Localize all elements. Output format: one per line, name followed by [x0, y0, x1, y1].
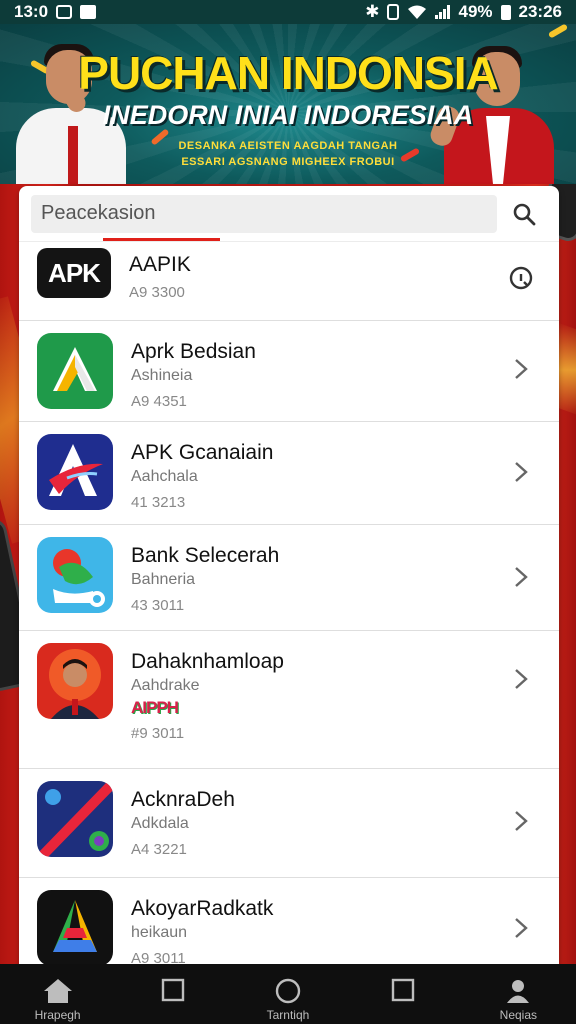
gallery-icon	[80, 5, 97, 19]
promo-banner[interactable]: PUCHAN INDONSIA INEDORN INIAI INDORESIAA…	[0, 24, 576, 184]
nav-label: Tarntiqh	[266, 1008, 310, 1022]
chevron-right-icon	[515, 462, 528, 482]
list-item[interactable]: Aprk Bedsian Ashineia A9 4351	[19, 321, 559, 422]
search-bar	[19, 186, 559, 242]
nav-label: Neqias	[499, 1008, 538, 1022]
banner-subtitle: INEDORN INIAI INDORESIAA	[102, 100, 474, 130]
app-meta: A9 3300	[129, 284, 185, 301]
chevron-right-icon	[515, 811, 528, 831]
search-focus-indicator	[103, 238, 220, 241]
app-list-card: APK AAPIK A9 3300 Aprk Bedsian Ashineia …	[19, 186, 559, 986]
status-clock: 23:26	[518, 2, 562, 21]
status-bar: 13:0 ✱ 49% 23:26	[0, 0, 576, 24]
search-input[interactable]	[31, 194, 497, 233]
nav-home[interactable]: Hrapegh	[13, 978, 103, 1022]
app-icon-portrait	[37, 643, 113, 719]
nav-tabs[interactable]	[358, 978, 448, 1006]
square-icon	[391, 978, 415, 1002]
app-name: AAPIK	[129, 253, 191, 276]
app-icon-navy	[37, 781, 113, 857]
app-badge: AIPPH	[131, 698, 179, 717]
chevron-right-icon	[515, 669, 528, 689]
app-list: APK AAPIK A9 3300 Aprk Bedsian Ashineia …	[19, 242, 559, 986]
app-meta: A4 3221	[131, 841, 187, 858]
app-subtitle: heikaun	[131, 924, 188, 941]
app-meta: #9 3011	[131, 725, 185, 742]
app-meta: A9 4351	[131, 393, 187, 410]
app-name: AcknraDeh	[131, 788, 235, 811]
apk-app-icon: APK	[37, 248, 111, 298]
app-subtitle: Aahchala	[131, 468, 198, 485]
battery-percent: 49%	[458, 2, 493, 21]
nav-center[interactable]: Tarntiqh	[243, 978, 333, 1022]
app-subtitle: Aahdrake	[131, 677, 200, 694]
search-button[interactable]	[501, 195, 547, 233]
app-meta: 41 3213	[131, 494, 186, 511]
person-icon	[507, 980, 530, 1003]
nav-recent[interactable]	[128, 978, 218, 1006]
nav-label: Hrapegh	[34, 1008, 81, 1022]
list-item[interactable]: APK Gcanaiain Aahchala 41 3213	[19, 422, 559, 525]
circle-icon	[275, 978, 301, 1004]
banner-title: PUCHAN INDONSIA	[78, 47, 498, 99]
list-item[interactable]: APK AAPIK A9 3300	[19, 242, 559, 321]
info-button[interactable]	[507, 264, 535, 292]
app-icon-black	[37, 890, 113, 966]
banner-line: ESSARI AGSNANG MIGHEEX FROBUI	[181, 156, 395, 168]
app-name: Dahaknhamloap	[131, 650, 284, 673]
banner-line: DESANKA AEISTEN AAGDAH TANGAH	[178, 140, 398, 152]
app-name: APK Gcanaiain	[131, 441, 274, 464]
list-item[interactable]: Dahaknhamloap Aahdrake AIPPH #9 3011	[19, 631, 559, 769]
bluetooth-icon: ✱	[365, 2, 380, 21]
app-subtitle: Adkdala	[131, 815, 189, 832]
battery-icon	[500, 4, 511, 20]
vibrate-icon	[387, 4, 400, 20]
chevron-right-icon	[515, 567, 528, 587]
notification-icon	[56, 5, 73, 19]
nav-profile[interactable]: Neqias	[473, 978, 563, 1022]
info-icon	[509, 266, 533, 290]
open-button[interactable]	[507, 665, 535, 693]
search-icon	[513, 203, 536, 225]
open-button[interactable]	[507, 914, 535, 942]
app-name: AkoyarRadkatk	[131, 897, 274, 920]
open-button[interactable]	[507, 807, 535, 835]
open-button[interactable]	[507, 355, 535, 383]
wifi-icon	[407, 4, 427, 20]
app-meta: 43 3011	[131, 597, 185, 614]
bottom-navigation: Hrapegh Tarntiqh Neqias	[0, 964, 576, 1024]
app-icon-lightblue	[37, 537, 113, 613]
open-button[interactable]	[507, 563, 535, 591]
signal-icon	[435, 5, 451, 19]
list-item[interactable]: AcknraDeh Adkdala A4 3221	[19, 769, 559, 878]
open-button[interactable]	[507, 458, 535, 486]
square-icon	[161, 978, 184, 1002]
app-name: Bank Selecerah	[131, 544, 280, 567]
status-time: 13:0	[14, 2, 49, 21]
app-icon-blue	[37, 434, 113, 510]
home-icon	[43, 979, 72, 1003]
chevron-right-icon	[515, 918, 528, 938]
app-subtitle: Bahneria	[131, 571, 196, 588]
app-name: Aprk Bedsian	[131, 340, 256, 363]
chevron-right-icon	[515, 359, 528, 379]
list-item[interactable]: Bank Selecerah Bahneria 43 3011	[19, 525, 559, 631]
app-icon-green	[37, 333, 113, 409]
app-subtitle: Ashineia	[131, 367, 193, 384]
